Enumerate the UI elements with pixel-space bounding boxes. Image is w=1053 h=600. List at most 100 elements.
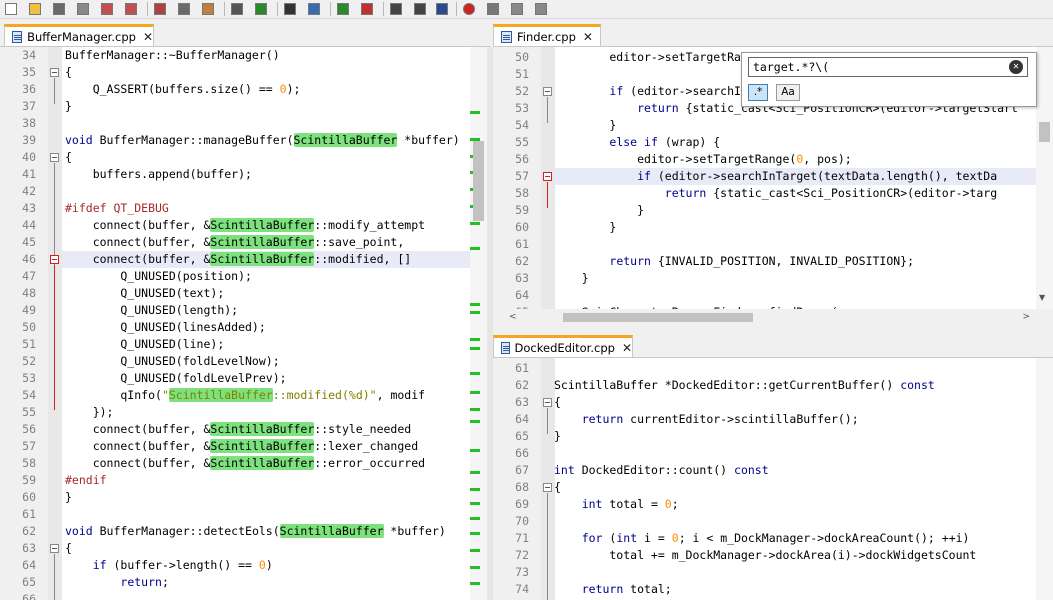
code-line[interactable]: Q_UNUSED(position);	[65, 268, 252, 285]
tab-buffermanager[interactable]: BufferManager.cpp ✕	[4, 24, 154, 47]
vertical-scrollbar[interactable]: ▼	[1036, 47, 1053, 309]
code-line[interactable]: connect(buffer, &ScintillaBuffer::save_p…	[65, 234, 411, 251]
code-line[interactable]: connect(buffer, &ScintillaBuffer::style_…	[65, 421, 411, 438]
editor-buffermanager[interactable]: 34 BufferManager::~BufferManager() 35{36 Q…	[0, 47, 470, 600]
fold-toggle-icon[interactable]	[543, 87, 552, 96]
code-line[interactable]: ScintillaBuffer *DockedEditor::getCurren…	[554, 377, 935, 394]
close-file-icon[interactable]	[123, 1, 139, 17]
vertical-scrollbar[interactable]	[470, 47, 487, 600]
code-line[interactable]: }	[65, 98, 72, 115]
indent-guide-icon[interactable]	[434, 1, 450, 17]
code-line[interactable]: total += m_DockManager->dockArea(i)->doc…	[554, 547, 976, 564]
code-line[interactable]: });	[65, 404, 114, 421]
search-match-marker	[470, 391, 480, 394]
cut-icon[interactable]	[152, 1, 168, 17]
code-line[interactable]: #ifdef QT_DEBUG	[65, 200, 169, 217]
undo-icon[interactable]	[229, 1, 245, 17]
line-number: 41	[22, 167, 36, 181]
regex-toggle-button[interactable]: .*	[748, 84, 768, 101]
vertical-scrollbar[interactable]	[1036, 358, 1053, 600]
fold-toggle-icon[interactable]	[543, 172, 552, 181]
code-line[interactable]: buffers.append(buffer);	[65, 166, 252, 183]
code-line[interactable]: Q_UNUSED(line);	[65, 336, 224, 353]
horizontal-scrollbar[interactable]: < >	[493, 309, 1036, 326]
fold-margin[interactable]	[541, 358, 555, 600]
close-tab-icon[interactable]: ✕	[583, 31, 593, 43]
code-line[interactable]: Q_UNUSED(length);	[65, 302, 238, 319]
show-whitespace-icon[interactable]	[412, 1, 428, 17]
code-line[interactable]: }	[554, 219, 616, 236]
scrollbar-thumb[interactable]	[473, 141, 484, 221]
code-line[interactable]: if (buffer->length() == 0)	[65, 557, 273, 574]
clear-search-icon[interactable]: ✕	[1009, 60, 1023, 74]
record-macro-icon[interactable]	[461, 1, 477, 17]
code-line[interactable]: Q_UNUSED(text);	[65, 285, 224, 302]
code-line[interactable]: {	[554, 479, 561, 496]
find-icon[interactable]	[282, 1, 298, 17]
fold-toggle-icon[interactable]	[543, 398, 552, 407]
code-line[interactable]: return total;	[554, 581, 672, 598]
code-line[interactable]: }	[554, 428, 561, 445]
redo-icon[interactable]	[253, 1, 269, 17]
replace-icon[interactable]	[306, 1, 322, 17]
match-case-toggle-button[interactable]: Aa	[776, 84, 800, 101]
save-all-icon[interactable]	[75, 1, 91, 17]
code-line[interactable]: return currentEditor->scintillaBuffer();	[554, 411, 859, 428]
code-line[interactable]: void BufferManager::detectEols(Scintilla…	[65, 523, 446, 540]
close-tab-icon[interactable]: ✕	[143, 31, 153, 43]
code-line[interactable]: connect(buffer, &ScintillaBuffer::error_…	[65, 455, 425, 472]
new-file-icon[interactable]	[3, 1, 19, 17]
tab-finder[interactable]: Finder.cpp ✕	[493, 24, 601, 47]
fold-toggle-icon[interactable]	[50, 153, 59, 162]
fold-toggle-icon[interactable]	[543, 483, 552, 492]
code-line[interactable]: connect(buffer, &ScintillaBuffer::lexer_…	[65, 438, 418, 455]
paste-icon[interactable]	[200, 1, 216, 17]
fold-toggle-icon[interactable]	[50, 255, 59, 264]
tab-dockededitor[interactable]: DockedEditor.cpp ✕	[493, 335, 633, 358]
code-line[interactable]: {	[65, 64, 72, 81]
line-number: 63	[515, 271, 529, 285]
fold-margin[interactable]	[48, 47, 62, 600]
code-line[interactable]: Q_UNUSED(foldLevelNow);	[65, 353, 279, 370]
code-line[interactable]: {	[65, 149, 72, 166]
code-line[interactable]: Q_UNUSED(foldLevelPrev);	[65, 370, 286, 387]
code-line[interactable]: return {INVALID_POSITION, INVALID_POSITI…	[554, 253, 914, 270]
fold-toggle-icon[interactable]	[50, 68, 59, 77]
code-line[interactable]: for (int i = 0; i < m_DockManager->dockA…	[554, 530, 970, 547]
code-line[interactable]: return {static_cast<Sci_PositionCR>(edit…	[554, 185, 997, 202]
code-line[interactable]: connect(buffer, &ScintillaBuffer::modifi…	[65, 251, 411, 268]
code-line[interactable]: else if (wrap) {	[554, 134, 720, 151]
zoom-out-icon[interactable]	[359, 1, 375, 17]
code-line[interactable]: if (editor->searchInTarget(textData.leng…	[554, 168, 997, 185]
code-line[interactable]: int total = 0;	[554, 496, 679, 513]
code-line[interactable]: Q_ASSERT(buffers.size() == 0);	[65, 81, 301, 98]
stop-recording-icon[interactable]	[485, 1, 501, 17]
save-macro-icon[interactable]	[533, 1, 549, 17]
code-line[interactable]: connect(buffer, &ScintillaBuffer::modify…	[65, 217, 425, 234]
code-line[interactable]: }	[554, 117, 616, 134]
code-line[interactable]: }	[554, 202, 644, 219]
search-input[interactable]: target.*?\( ✕	[748, 57, 1028, 77]
code-line[interactable]: BufferManager::~BufferManager()	[65, 47, 280, 64]
code-line[interactable]: int DockedEditor::count() const	[554, 462, 769, 479]
word-wrap-icon[interactable]	[388, 1, 404, 17]
code-line[interactable]: #endif	[65, 472, 107, 489]
close-tab-icon[interactable]: ✕	[622, 342, 632, 354]
save-copy-icon[interactable]	[99, 1, 115, 17]
code-line[interactable]: {	[554, 394, 561, 411]
code-line[interactable]: }	[554, 270, 589, 287]
code-line[interactable]: }	[65, 489, 72, 506]
save-icon[interactable]	[51, 1, 67, 17]
code-line[interactable]: Q_UNUSED(linesAdded);	[65, 319, 265, 336]
editor-dockededitor[interactable]: 61 62 ScintillaBuffer *DockedEditor::getCu…	[493, 358, 1036, 600]
code-line[interactable]: editor->setTargetRange(0, pos);	[554, 151, 852, 168]
code-line[interactable]: return;	[65, 574, 168, 591]
code-line[interactable]: void BufferManager::manageBuffer(Scintil…	[65, 132, 460, 149]
fold-toggle-icon[interactable]	[50, 544, 59, 553]
copy-icon[interactable]	[176, 1, 192, 17]
play-macro-icon[interactable]	[509, 1, 525, 17]
code-line[interactable]: {	[65, 540, 72, 557]
code-line[interactable]: qInfo("ScintillaBuffer::modified(%d)", m…	[65, 387, 425, 404]
open-file-icon[interactable]	[27, 1, 43, 17]
zoom-in-icon[interactable]	[335, 1, 351, 17]
